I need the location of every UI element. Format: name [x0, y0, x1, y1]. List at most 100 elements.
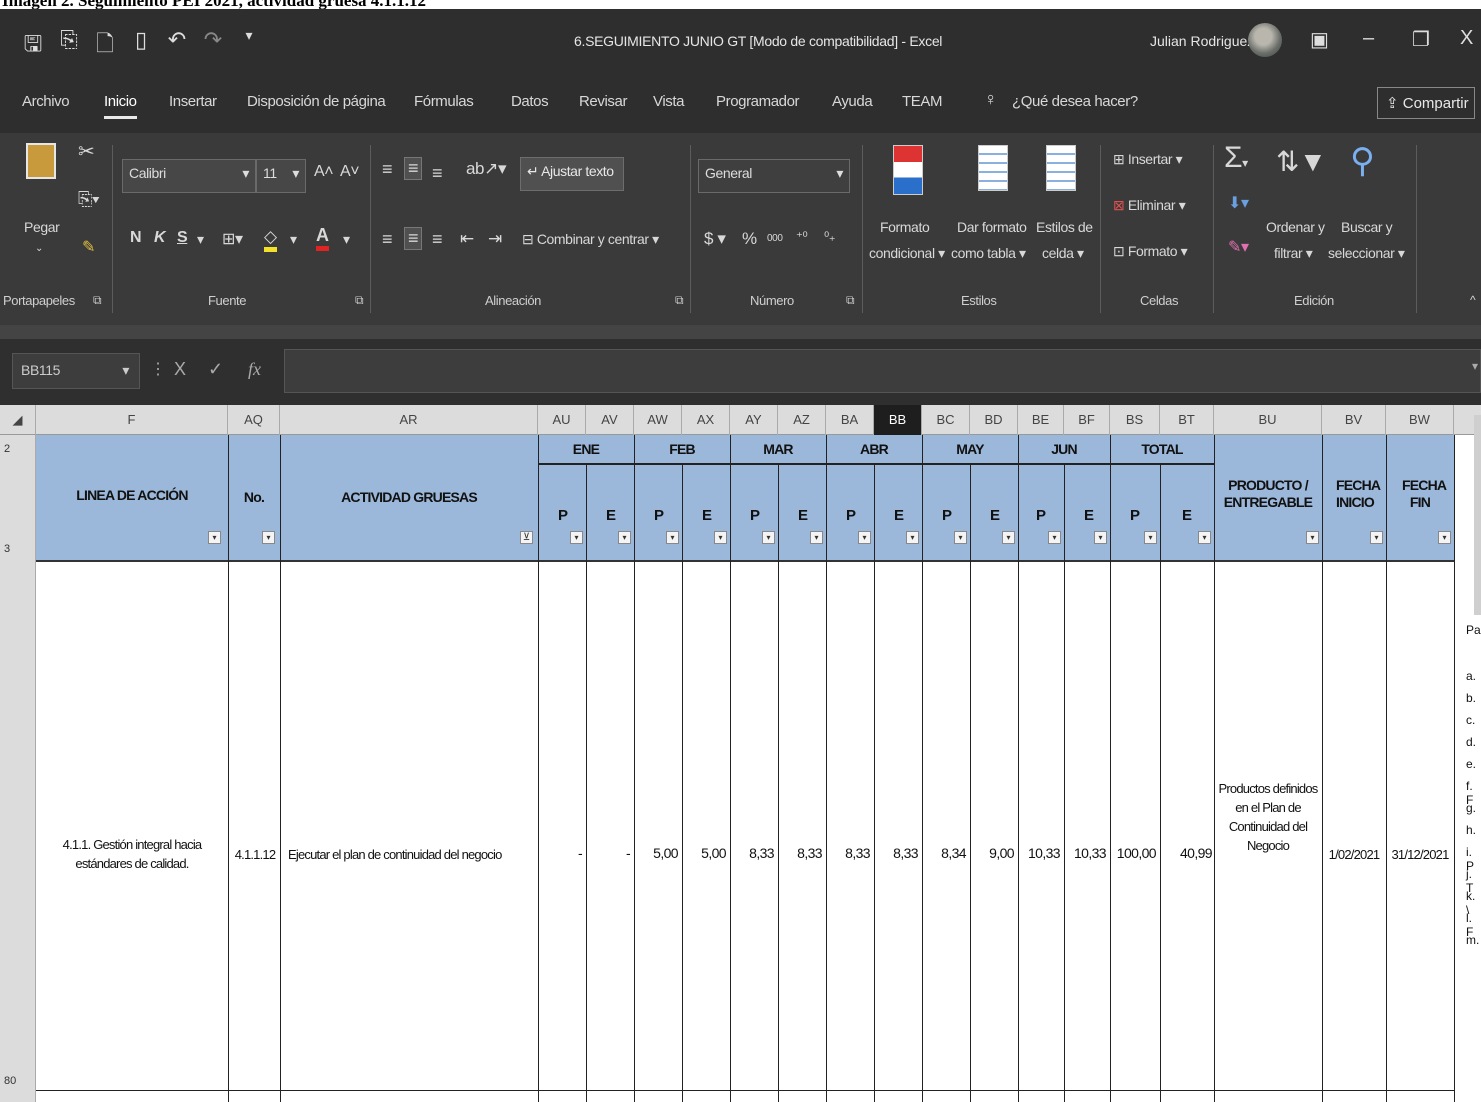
increase-indent-icon[interactable]: ⇥	[488, 229, 502, 249]
column-header-bv[interactable]: BV	[1322, 405, 1386, 435]
percent-button[interactable]: %	[742, 229, 757, 249]
number-launcher-icon[interactable]: ⧉	[846, 293, 855, 308]
font-size-select[interactable]: 11 ▾	[256, 159, 306, 193]
column-header-bs[interactable]: BS	[1110, 405, 1160, 435]
decrease-font-icon[interactable]: A˅	[340, 163, 360, 181]
bold-button[interactable]: N	[130, 229, 142, 247]
sort-filter-icon[interactable]: ⇅▼	[1276, 145, 1327, 178]
share-button[interactable]: ⇪ Compartir	[1377, 87, 1475, 119]
filter-dropdown-icon[interactable]: ▾	[1002, 531, 1015, 544]
increase-decimal-icon[interactable]: ⁺⁰	[796, 229, 808, 245]
filter-dropdown-icon[interactable]: ▾	[1094, 531, 1107, 544]
format-as-table-line2[interactable]: como tabla ▾	[951, 245, 1026, 262]
cell-linea-accion[interactable]: 4.1.1. Gestión integral hacia estándares…	[44, 835, 220, 873]
font-name-select[interactable]: Calibri ▾	[122, 159, 256, 193]
clear-icon[interactable]: ✎▾	[1228, 237, 1249, 257]
cell-p-ene[interactable]: -	[538, 845, 583, 861]
cell-p-feb[interactable]: 5,00	[634, 845, 678, 861]
enter-icon[interactable]: ✓	[208, 359, 223, 380]
cell-fecha-inicio[interactable]: 1/02/2021	[1324, 845, 1384, 864]
align-right-icon[interactable]: ≡	[432, 229, 443, 250]
paste-dropdown-icon[interactable]: ⌄	[35, 243, 43, 254]
cut-icon[interactable]: ✂	[78, 139, 95, 164]
column-header-f[interactable]: F	[36, 405, 228, 435]
filter-dropdown-icon[interactable]: ▾	[1438, 531, 1451, 544]
filter-dropdown-icon[interactable]: ▾	[1144, 531, 1157, 544]
filter-dropdown-icon[interactable]: ▾	[666, 531, 679, 544]
filter-dropdown-icon[interactable]: ▾	[1306, 531, 1319, 544]
sort-filter-line1[interactable]: Ordenar y	[1266, 219, 1325, 235]
close-icon[interactable]: X	[1460, 27, 1473, 50]
column-header-bf[interactable]: BF	[1064, 405, 1110, 435]
fill-color-icon[interactable]: ◇	[264, 227, 277, 252]
column-header-bt[interactable]: BT	[1160, 405, 1214, 435]
redo-icon[interactable]: ↷	[202, 27, 224, 65]
decrease-indent-icon[interactable]: ⇤	[460, 229, 474, 249]
filter-dropdown-icon[interactable]: ▾	[618, 531, 631, 544]
undo-icon[interactable]: ↶	[166, 27, 188, 65]
column-header-bb[interactable]: BB	[874, 405, 922, 435]
chevron-down-icon[interactable]: ▾	[290, 231, 297, 248]
column-header-az[interactable]: AZ	[778, 405, 826, 435]
filter-active-icon[interactable]: ⊻	[520, 531, 533, 544]
find-select-line1[interactable]: Buscar y	[1341, 219, 1393, 235]
insert-cells-button[interactable]: ⊞ Insertar ▾	[1113, 151, 1183, 168]
cell-e-total[interactable]: 40,99	[1160, 845, 1213, 861]
cell-e-ene[interactable]: -	[586, 845, 631, 861]
restore-icon[interactable]: ❐	[1412, 27, 1430, 52]
tab-vista[interactable]: Vista	[653, 93, 684, 110]
tab-archivo[interactable]: Archivo	[22, 93, 70, 110]
thousands-button[interactable]: 000	[767, 233, 783, 244]
row-header-80[interactable]: 80	[4, 1075, 16, 1087]
name-box[interactable]: BB115 ▾	[12, 353, 140, 389]
orientation-icon[interactable]: ab↗▾	[466, 159, 506, 179]
expand-formula-bar-icon[interactable]: ▾	[1472, 359, 1478, 373]
cell-e-feb[interactable]: 5,00	[682, 845, 726, 861]
row-header-3[interactable]: 3	[4, 543, 10, 555]
column-header-bc[interactable]: BC	[922, 405, 970, 435]
decrease-decimal-icon[interactable]: ⁰₊	[824, 229, 836, 245]
cell-e-abr[interactable]: 8,33	[874, 845, 918, 861]
cell-p-total[interactable]: 100,00	[1110, 845, 1157, 861]
find-select-line2[interactable]: seleccionar ▾	[1328, 245, 1405, 262]
filter-dropdown-icon[interactable]: ▾	[208, 531, 221, 544]
cell-styles-line2[interactable]: celda ▾	[1042, 245, 1084, 262]
font-color-icon[interactable]: A	[316, 225, 329, 251]
filter-dropdown-icon[interactable]: ▾	[858, 531, 871, 544]
cell-no[interactable]: 4.1.1.12	[230, 845, 280, 864]
align-bottom-icon[interactable]: ≡	[432, 163, 443, 184]
ribbon-display-options-icon[interactable]: ▣	[1310, 27, 1329, 52]
tab-programador[interactable]: Programador	[716, 93, 800, 110]
cell-e-jun[interactable]: 10,33	[1064, 845, 1107, 861]
column-header-aq[interactable]: AQ	[228, 405, 280, 435]
underline-button[interactable]: S	[177, 229, 188, 247]
font-launcher-icon[interactable]: ⧉	[355, 293, 364, 308]
formula-input[interactable]	[284, 349, 1481, 393]
alignment-launcher-icon[interactable]: ⧉	[675, 293, 684, 308]
new-document-icon[interactable]: ▯	[130, 27, 152, 65]
cell-p-jun[interactable]: 10,33	[1018, 845, 1061, 861]
italic-button[interactable]: K	[154, 229, 166, 247]
cell-styles-icon[interactable]	[1046, 145, 1076, 191]
save-as-icon[interactable]: ⎘	[58, 27, 80, 65]
delete-cells-button[interactable]: ⊠ Eliminar ▾	[1113, 197, 1186, 214]
tell-me-search[interactable]: ¿Qué desea hacer?	[1012, 93, 1138, 110]
column-header-be[interactable]: BE	[1018, 405, 1064, 435]
borders-icon[interactable]: ⊞▾	[222, 229, 243, 249]
format-as-table-line1[interactable]: Dar formato	[957, 219, 1027, 235]
conditional-format-line1[interactable]: Formato	[880, 219, 930, 235]
cell-e-mar[interactable]: 8,33	[778, 845, 822, 861]
tab-disposicion[interactable]: Disposición de página	[247, 93, 386, 110]
column-header-ax[interactable]: AX	[682, 405, 730, 435]
paste-icon[interactable]	[26, 143, 56, 179]
paste-button[interactable]: Pegar	[24, 219, 60, 235]
format-as-table-icon[interactable]	[978, 145, 1008, 191]
collapse-ribbon-icon[interactable]: ^	[1470, 293, 1476, 307]
row-header-2[interactable]: 2	[4, 443, 10, 455]
tab-insertar[interactable]: Insertar	[169, 93, 217, 110]
tab-formulas[interactable]: Fórmulas	[414, 93, 474, 110]
tab-revisar[interactable]: Revisar	[579, 93, 627, 110]
customize-qat-icon[interactable]: ▾	[238, 27, 260, 65]
cell-actividad[interactable]: Ejecutar el plan de continuidad del nego…	[288, 845, 534, 864]
select-all-corner[interactable]: ◢	[0, 405, 36, 435]
